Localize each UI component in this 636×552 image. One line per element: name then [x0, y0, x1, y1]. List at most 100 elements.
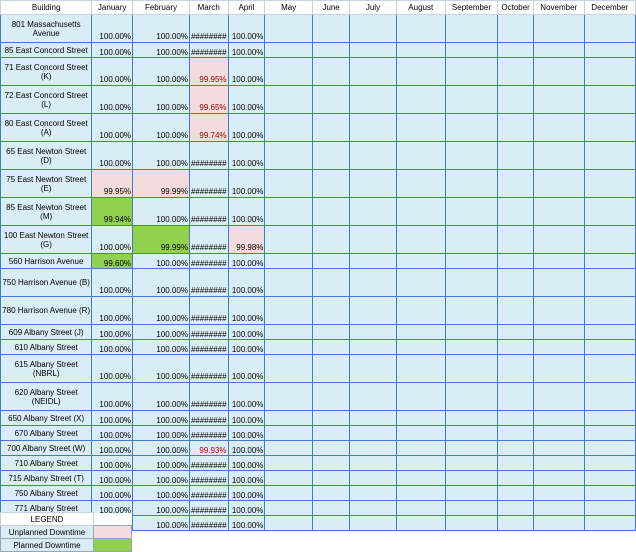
value-cell-march[interactable]: ######## [188, 141, 229, 170]
empty-cell-may[interactable] [264, 500, 313, 516]
empty-cell-august[interactable] [395, 113, 446, 142]
empty-cell-august[interactable] [395, 14, 446, 43]
empty-cell-july[interactable] [349, 141, 397, 170]
empty-cell-october[interactable] [497, 455, 535, 471]
empty-cell-july[interactable] [349, 169, 397, 198]
value-cell-january[interactable]: 100.00% [91, 85, 134, 114]
value-cell-march[interactable]: ######## [188, 515, 229, 531]
value-cell-march[interactable]: ######## [188, 169, 229, 198]
value-cell-january[interactable]: 100.00% [91, 113, 134, 142]
value-cell-march[interactable]: 99.95% [188, 57, 229, 86]
value-cell-february[interactable]: 100.00% [132, 410, 190, 426]
building-cell[interactable]: 71 East Concord Street (K) [0, 57, 93, 86]
value-cell-april[interactable]: 100.00% [227, 296, 266, 325]
empty-cell-june[interactable] [311, 296, 351, 325]
empty-cell-december[interactable] [583, 85, 636, 114]
building-cell[interactable]: 650 Albany Street (X) [0, 410, 93, 426]
empty-cell-june[interactable] [311, 169, 351, 198]
empty-cell-october[interactable] [497, 57, 535, 86]
value-cell-march[interactable]: ######## [188, 253, 229, 269]
empty-cell-may[interactable] [264, 42, 313, 58]
empty-cell-september[interactable] [444, 197, 499, 226]
empty-cell-december[interactable] [583, 354, 636, 383]
empty-cell-september[interactable] [444, 354, 499, 383]
empty-cell-october[interactable] [497, 500, 535, 516]
value-cell-january[interactable]: 100.00% [91, 425, 134, 441]
empty-cell-december[interactable] [583, 296, 636, 325]
empty-cell-may[interactable] [264, 85, 313, 114]
empty-cell-september[interactable] [444, 141, 499, 170]
value-cell-march[interactable]: 99.74% [188, 113, 229, 142]
empty-cell-july[interactable] [349, 515, 397, 531]
empty-cell-september[interactable] [444, 42, 499, 58]
building-cell[interactable]: 801 Massachusetts Avenue [0, 14, 93, 43]
empty-cell-august[interactable] [395, 339, 446, 355]
empty-cell-november[interactable] [533, 485, 585, 501]
empty-cell-december[interactable] [583, 425, 636, 441]
empty-cell-june[interactable] [311, 354, 351, 383]
building-cell[interactable]: 75 East Newton Street (E) [0, 169, 93, 198]
empty-cell-july[interactable] [349, 382, 397, 411]
value-cell-april[interactable]: 100.00% [227, 410, 266, 426]
value-cell-march[interactable]: ######## [188, 354, 229, 383]
empty-cell-july[interactable] [349, 296, 397, 325]
empty-cell-november[interactable] [533, 225, 585, 254]
value-cell-march[interactable]: ######## [188, 225, 229, 254]
empty-cell-december[interactable] [583, 470, 636, 486]
empty-cell-august[interactable] [395, 324, 446, 340]
empty-cell-october[interactable] [497, 253, 535, 269]
empty-cell-september[interactable] [444, 440, 499, 456]
value-cell-january[interactable]: 100.00% [91, 57, 134, 86]
value-cell-march[interactable]: ######## [188, 410, 229, 426]
value-cell-march[interactable]: ######## [188, 14, 229, 43]
empty-cell-december[interactable] [583, 382, 636, 411]
empty-cell-september[interactable] [444, 455, 499, 471]
value-cell-april[interactable]: 100.00% [227, 354, 266, 383]
empty-cell-may[interactable] [264, 169, 313, 198]
empty-cell-june[interactable] [311, 225, 351, 254]
value-cell-january[interactable]: 99.60% [91, 253, 134, 269]
value-cell-january[interactable]: 100.00% [91, 354, 134, 383]
empty-cell-june[interactable] [311, 425, 351, 441]
building-cell[interactable]: 620 Albany Street (NEIDL) [0, 382, 93, 411]
empty-cell-december[interactable] [583, 225, 636, 254]
empty-cell-november[interactable] [533, 85, 585, 114]
empty-cell-july[interactable] [349, 253, 397, 269]
empty-cell-may[interactable] [264, 410, 313, 426]
value-cell-january[interactable]: 99.94% [91, 197, 134, 226]
empty-cell-december[interactable] [583, 455, 636, 471]
empty-cell-september[interactable] [444, 253, 499, 269]
empty-cell-july[interactable] [349, 410, 397, 426]
value-cell-april[interactable]: 100.00% [227, 324, 266, 340]
empty-cell-november[interactable] [533, 324, 585, 340]
empty-cell-december[interactable] [583, 324, 636, 340]
empty-cell-july[interactable] [349, 339, 397, 355]
empty-cell-june[interactable] [311, 324, 351, 340]
empty-cell-may[interactable] [264, 354, 313, 383]
empty-cell-may[interactable] [264, 141, 313, 170]
empty-cell-november[interactable] [533, 141, 585, 170]
empty-cell-december[interactable] [583, 500, 636, 516]
empty-cell-october[interactable] [497, 515, 535, 531]
value-cell-february[interactable]: 100.00% [132, 14, 190, 43]
building-cell[interactable]: 560 Harrison Avenue [0, 253, 93, 269]
empty-cell-may[interactable] [264, 425, 313, 441]
value-cell-february[interactable]: 99.99% [132, 169, 190, 198]
empty-cell-may[interactable] [264, 440, 313, 456]
value-cell-april[interactable]: 100.00% [227, 42, 266, 58]
empty-cell-november[interactable] [533, 169, 585, 198]
value-cell-april[interactable]: 100.00% [227, 515, 266, 531]
empty-cell-december[interactable] [583, 515, 636, 531]
value-cell-march[interactable]: ######## [188, 485, 229, 501]
empty-cell-september[interactable] [444, 113, 499, 142]
empty-cell-september[interactable] [444, 14, 499, 43]
empty-cell-november[interactable] [533, 339, 585, 355]
empty-cell-november[interactable] [533, 14, 585, 43]
value-cell-january[interactable]: 100.00% [91, 339, 134, 355]
empty-cell-october[interactable] [497, 225, 535, 254]
value-cell-february[interactable]: 100.00% [132, 440, 190, 456]
empty-cell-may[interactable] [264, 113, 313, 142]
empty-cell-august[interactable] [395, 382, 446, 411]
empty-cell-may[interactable] [264, 296, 313, 325]
empty-cell-september[interactable] [444, 57, 499, 86]
